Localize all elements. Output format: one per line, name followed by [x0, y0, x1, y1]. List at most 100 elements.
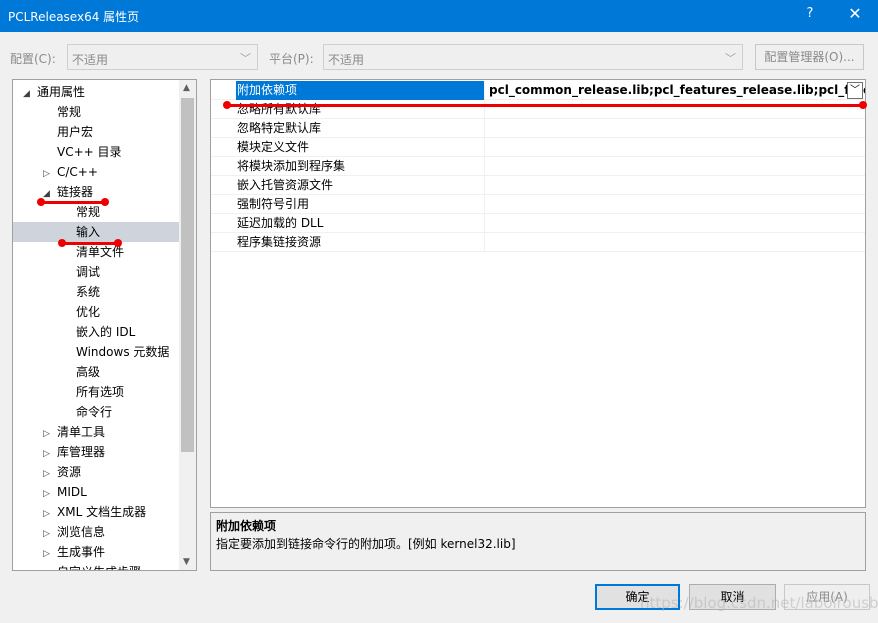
property-row[interactable]: 将模块添加到程序集 — [211, 157, 865, 176]
property-value[interactable] — [487, 138, 865, 157]
tree-item[interactable]: ▷ 生成事件 — [43, 542, 105, 562]
tree-item-label: 调试 — [76, 265, 101, 279]
platform-value: 不适用 — [328, 53, 365, 67]
tree-item[interactable]: 优化 — [62, 302, 100, 322]
description-title: 附加依赖项 — [216, 519, 277, 533]
property-row[interactable]: 附加依赖项 pcl_common_release.lib;pcl_features… — [211, 81, 865, 100]
tree-item[interactable]: ▷ MIDL — [43, 482, 87, 502]
expander-icon[interactable]: ▷ — [43, 484, 57, 504]
tree-item[interactable]: 输入 — [13, 222, 179, 242]
property-value[interactable] — [487, 157, 865, 176]
tree-item-label: 命令行 — [76, 405, 113, 419]
property-row[interactable]: 延迟加载的 DLL — [211, 214, 865, 233]
property-row[interactable]: 忽略所有默认库 — [211, 100, 865, 119]
tree-item[interactable]: 嵌入的 IDL — [62, 322, 135, 342]
property-tree[interactable]: ◢ 通用属性 常规 用户宏 VC++ 目录 ▷ C/C++ ◢ 链接器 常规 输入 清单文件 调试 系统优… — [12, 79, 197, 571]
tree-item[interactable]: ◢ 链接器 — [43, 182, 93, 202]
property-value[interactable] — [487, 195, 865, 214]
expander-icon[interactable]: ▷ — [43, 564, 57, 570]
expander-icon[interactable]: ◢ — [23, 84, 37, 104]
configuration-row: 配置(C): 不适用 ﹀ 平台(P): 不适用 ﹀ 配置管理器(O)... — [0, 43, 878, 71]
property-row[interactable]: 嵌入托管资源文件 — [211, 176, 865, 195]
expander-icon[interactable]: ▷ — [43, 164, 57, 184]
property-value[interactable] — [487, 100, 865, 119]
title-bar: PCLReleasex64 属性页 ? ✕ — [0, 0, 878, 32]
tree-item[interactable]: ▷ XML 文档生成器 — [43, 502, 146, 522]
tree-item-label: 高级 — [76, 365, 101, 379]
property-name: 嵌入托管资源文件 — [236, 176, 485, 195]
tree-item-label: 输入 — [76, 225, 101, 239]
tree-item-label: 链接器 — [57, 185, 94, 199]
tree-item[interactable]: ▷ C/C++ — [43, 162, 98, 182]
annotation-underline-dependencies — [226, 104, 862, 107]
tree-item-label: 常规 — [76, 205, 101, 219]
expander-icon[interactable]: ▷ — [43, 424, 57, 444]
tree-item[interactable]: 高级 — [62, 362, 100, 382]
tree-item-label: 嵌入的 IDL — [76, 325, 136, 339]
annotation-dot — [859, 101, 867, 109]
tree-item[interactable]: 用户宏 — [43, 122, 93, 142]
property-value[interactable] — [487, 233, 865, 252]
watermark: https://blog.csdn.net/laboirousbee — [640, 594, 878, 612]
tree-item[interactable]: ▷ 库管理器 — [43, 442, 105, 462]
property-name: 程序集链接资源 — [236, 233, 485, 252]
tree-item[interactable]: ▷ 浏览信息 — [43, 522, 105, 542]
tree-item[interactable]: 调试 — [62, 262, 100, 282]
tree-item[interactable]: ◢ 通用属性 — [23, 82, 85, 102]
expander-icon[interactable]: ▷ — [43, 524, 57, 544]
platform-combo[interactable]: 不适用 ﹀ — [323, 44, 743, 70]
platform-label: 平台(P): — [269, 52, 314, 66]
tree-item-label: 所有选项 — [76, 385, 125, 399]
chevron-down-icon[interactable]: ﹀ — [847, 82, 863, 99]
property-name: 将模块添加到程序集 — [236, 157, 485, 176]
property-name: 强制符号引用 — [236, 195, 485, 214]
tree-item[interactable]: 命令行 — [62, 402, 112, 422]
tree-item-label: 通用属性 — [37, 85, 86, 99]
tree-item[interactable]: Windows 元数据 — [62, 342, 169, 362]
property-row[interactable]: 忽略特定默认库 — [211, 119, 865, 138]
property-value[interactable] — [487, 176, 865, 195]
tree-item[interactable]: ▷自定义生成步骤 — [43, 562, 141, 570]
property-value[interactable]: pcl_common_release.lib;pcl_features_rele… — [487, 81, 865, 100]
property-row[interactable]: 模块定义文件 — [211, 138, 865, 157]
tree-item[interactable]: 常规 — [43, 102, 81, 122]
tree-item[interactable]: 系统 — [62, 282, 100, 302]
scroll-thumb[interactable] — [181, 98, 194, 452]
tree-item-label: 浏览信息 — [57, 525, 106, 539]
tree-item[interactable]: 所有选项 — [62, 382, 124, 402]
tree-item[interactable]: 常规 — [62, 202, 100, 222]
close-button[interactable]: ✕ — [843, 4, 867, 23]
property-value[interactable] — [487, 214, 865, 233]
config-label: 配置(C): — [10, 52, 56, 66]
tree-item-label: MIDL — [57, 485, 87, 499]
config-combo[interactable]: 不适用 ﹀ — [67, 44, 258, 70]
tree-item-label: 系统 — [76, 285, 101, 299]
property-value[interactable] — [487, 119, 865, 138]
tree-item-label: XML 文档生成器 — [57, 505, 147, 519]
window-title: PCLReleasex64 属性页 — [8, 10, 140, 24]
config-manager-button[interactable]: 配置管理器(O)... — [755, 44, 864, 70]
property-row[interactable]: 程序集链接资源 — [211, 233, 865, 252]
scroll-down-icon[interactable]: ▼ — [183, 557, 190, 567]
tree-scrollbar[interactable]: ▲ ▼ — [179, 80, 196, 570]
annotation-dot — [223, 101, 231, 109]
scroll-up-icon[interactable]: ▲ — [183, 83, 190, 93]
tree-item-label: Windows 元数据 — [76, 345, 170, 359]
expander-icon[interactable]: ▷ — [43, 544, 57, 564]
annotation-dot — [114, 239, 122, 247]
annotation-dot — [58, 239, 66, 247]
tree-item-label: 常规 — [57, 105, 82, 119]
tree-item[interactable]: VC++ 目录 — [43, 142, 122, 162]
property-row[interactable]: 强制符号引用 — [211, 195, 865, 214]
expander-icon[interactable]: ▷ — [43, 444, 57, 464]
tree-item-label: 优化 — [76, 305, 101, 319]
expander-icon[interactable]: ▷ — [43, 464, 57, 484]
tree-item[interactable]: ▷ 清单工具 — [43, 422, 105, 442]
tree-item-label: C/C++ — [57, 165, 98, 179]
tree-item-label: 用户宏 — [57, 125, 94, 139]
expander-icon[interactable]: ▷ — [43, 504, 57, 524]
tree-item[interactable]: ▷ 资源 — [43, 462, 81, 482]
annotation-underline-input — [61, 242, 119, 245]
help-button[interactable]: ? — [800, 6, 820, 21]
property-name: 模块定义文件 — [236, 138, 485, 157]
